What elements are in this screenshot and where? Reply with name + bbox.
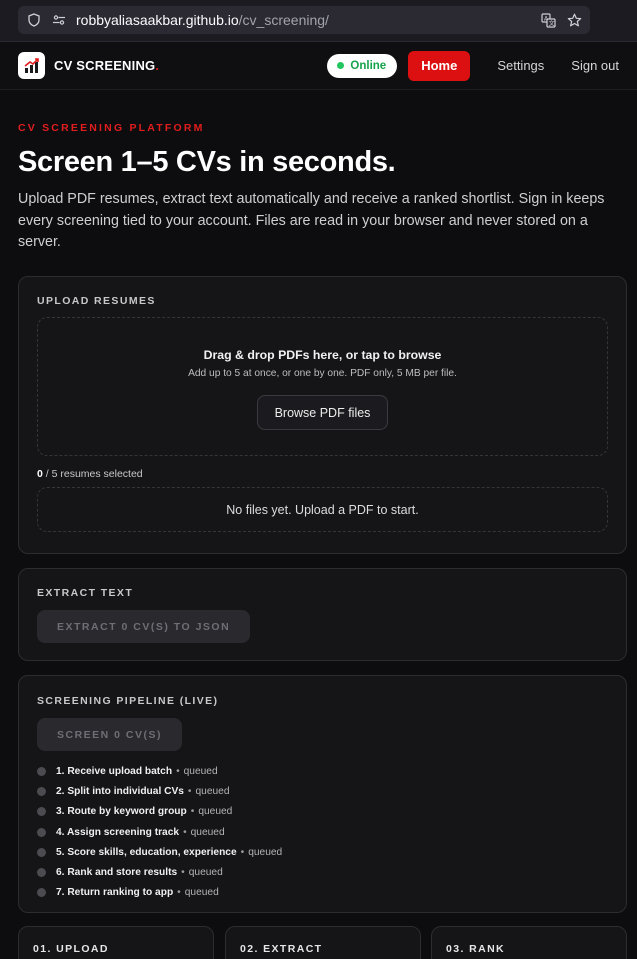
- svg-text:文: 文: [548, 19, 554, 27]
- step-status: queued: [188, 867, 223, 879]
- step-card-rank: 03. RANK: [431, 926, 627, 959]
- screening-pipeline-card: SCREENING PIPELINE (LIVE) SCREEN 0 CV(S)…: [18, 675, 627, 913]
- url-host: robbyaliasaakbar.github.io: [76, 12, 239, 28]
- step-label: 6. Rank and store results: [56, 867, 178, 879]
- dropzone-title: Drag & drop PDFs here, or tap to browse: [203, 348, 442, 362]
- step-separator: •: [176, 765, 180, 777]
- extract-button[interactable]: EXTRACT 0 CV(S) TO JSON: [37, 610, 251, 643]
- browse-pdf-button[interactable]: Browse PDF files: [256, 395, 389, 430]
- step-status: queued: [184, 887, 219, 899]
- step-status-dot-icon: [37, 766, 46, 776]
- step-status-dot-icon: [37, 827, 46, 837]
- step-label: 1. Receive upload batch: [56, 765, 173, 777]
- status-label: Online: [350, 59, 387, 72]
- step-status-dot-icon: [37, 847, 46, 857]
- step-card-upload: 01. UPLOAD: [18, 926, 214, 959]
- pipeline-step: 5. Score skills, education, experience • q…: [37, 842, 608, 862]
- step-label: 4. Assign screening track: [56, 826, 180, 838]
- bookmark-star-icon[interactable]: [566, 12, 582, 28]
- pipeline-steps: 1. Receive upload batch • queued 2. Split …: [37, 761, 608, 903]
- step-label: 2. Split into individual CVs: [56, 785, 184, 797]
- status-dot-icon: [337, 62, 345, 69]
- pdf-dropzone[interactable]: Drag & drop PDFs here, or tap to browse …: [37, 317, 608, 456]
- step-separator: •: [183, 826, 187, 838]
- brand-name[interactable]: CV SCREENING.: [54, 58, 159, 73]
- translate-icon[interactable]: A文: [540, 12, 556, 28]
- step-status: queued: [183, 765, 218, 777]
- extract-text-card: EXTRACT TEXT EXTRACT 0 CV(S) TO JSON: [18, 568, 627, 661]
- url-text[interactable]: robbyaliasaakbar.github.io/cv_screening/: [76, 12, 531, 28]
- screen-button[interactable]: SCREEN 0 CV(S): [37, 718, 183, 751]
- brand-text: CV SCREENING: [54, 58, 156, 73]
- step-separator: •: [181, 867, 185, 879]
- hero-description: Upload PDF resumes, extract text automat…: [18, 191, 605, 250]
- home-button[interactable]: Home: [408, 50, 471, 81]
- step-label: 7. Return ranking to app: [56, 887, 174, 899]
- pipeline-step: 4. Assign screening track • queued: [37, 822, 608, 842]
- step-status-dot-icon: [37, 888, 46, 898]
- step-status-dot-icon: [37, 807, 46, 817]
- count-suffix: / 5 resumes selected: [42, 468, 143, 480]
- step-status-dot-icon: [37, 786, 46, 796]
- step-status-dot-icon: [37, 868, 46, 878]
- step-separator: •: [190, 806, 195, 818]
- dropzone-subtitle: Add up to 5 at once, or one by one. PDF …: [188, 368, 457, 379]
- pipeline-step: 6. Rank and store results • queued: [37, 862, 608, 882]
- hero-section: CV SCREENING PLATFORM Screen 1–5 CVs in …: [0, 90, 637, 254]
- site-permissions-icon[interactable]: [51, 12, 67, 28]
- step-separator: •: [177, 887, 181, 899]
- pipeline-step: 3. Route by keyword group • queued: [37, 802, 608, 822]
- shield-icon[interactable]: [26, 12, 42, 28]
- sign-out-link[interactable]: Sign out: [571, 58, 619, 73]
- upload-resumes-card: UPLOAD RESUMES Drag & drop PDFs here, or…: [18, 276, 627, 554]
- resume-count: 0 / 5 resumes selected: [37, 468, 608, 480]
- app-logo-icon[interactable]: [18, 52, 45, 79]
- app-navbar: CV SCREENING. Online Home Settings Sign …: [0, 42, 637, 90]
- browser-toolbar: robbyaliasaakbar.github.io/cv_screening/…: [0, 0, 637, 42]
- step-label: 3. Route by keyword group: [56, 806, 187, 818]
- step-label: 5. Score skills, education, experience: [56, 846, 237, 858]
- step-status: queued: [190, 826, 225, 838]
- extract-card-title: EXTRACT TEXT: [37, 587, 134, 599]
- hero-eyebrow: CV SCREENING PLATFORM: [18, 122, 205, 134]
- pipeline-step: 2. Split into individual CVs • queued: [37, 781, 608, 801]
- step-separator: •: [240, 846, 245, 858]
- pipeline-step: 1. Receive upload batch • queued: [37, 761, 608, 781]
- step-separator: •: [187, 785, 192, 797]
- address-bar[interactable]: robbyaliasaakbar.github.io/cv_screening/…: [18, 6, 590, 34]
- file-list-empty: No files yet. Upload a PDF to start.: [37, 487, 608, 532]
- step-card-extract: 02. EXTRACT: [225, 926, 421, 959]
- page-title: Screen 1–5 CVs in seconds.: [18, 146, 396, 178]
- pipeline-step: 7. Return ranking to app • queued: [37, 883, 608, 903]
- step-status: queued: [198, 806, 233, 818]
- step-status: queued: [248, 846, 283, 858]
- upload-card-title: UPLOAD RESUMES: [37, 295, 156, 307]
- url-path: /cv_screening/: [238, 12, 329, 28]
- pipeline-card-title: SCREENING PIPELINE (LIVE): [37, 695, 219, 707]
- brand-dot: .: [155, 58, 160, 73]
- online-status-badge: Online: [327, 53, 398, 78]
- step-status: queued: [195, 785, 230, 797]
- settings-link[interactable]: Settings: [497, 58, 544, 73]
